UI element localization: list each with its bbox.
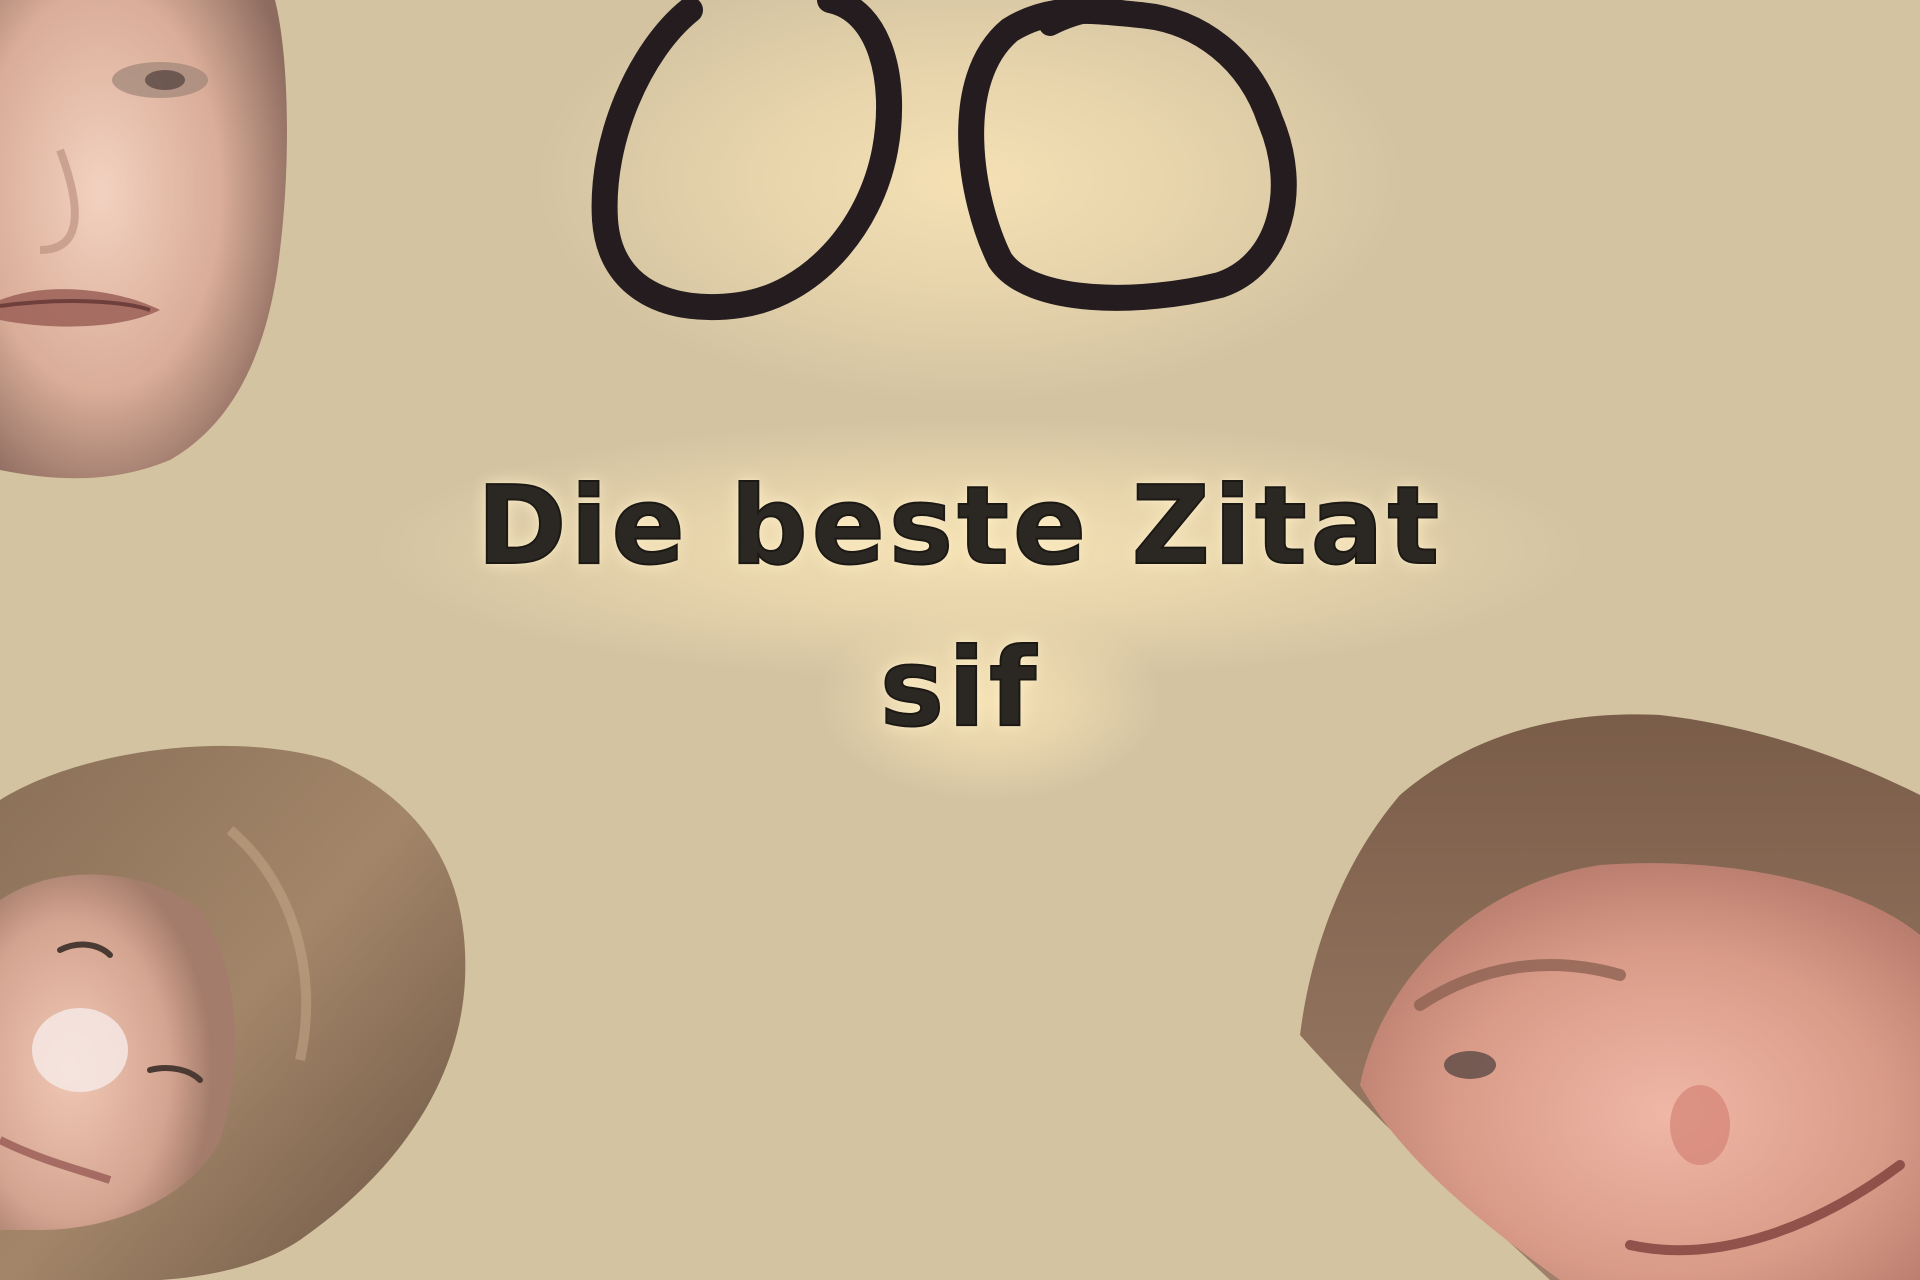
face-sticker-bottom-left	[0, 740, 480, 1280]
face-sticker-bottom-right	[1300, 705, 1920, 1280]
face-sticker-top-left	[0, 0, 300, 485]
meme-canvas: Die beste Zitat sif	[0, 0, 1920, 1280]
double-circle-doodle	[591, 0, 1297, 321]
